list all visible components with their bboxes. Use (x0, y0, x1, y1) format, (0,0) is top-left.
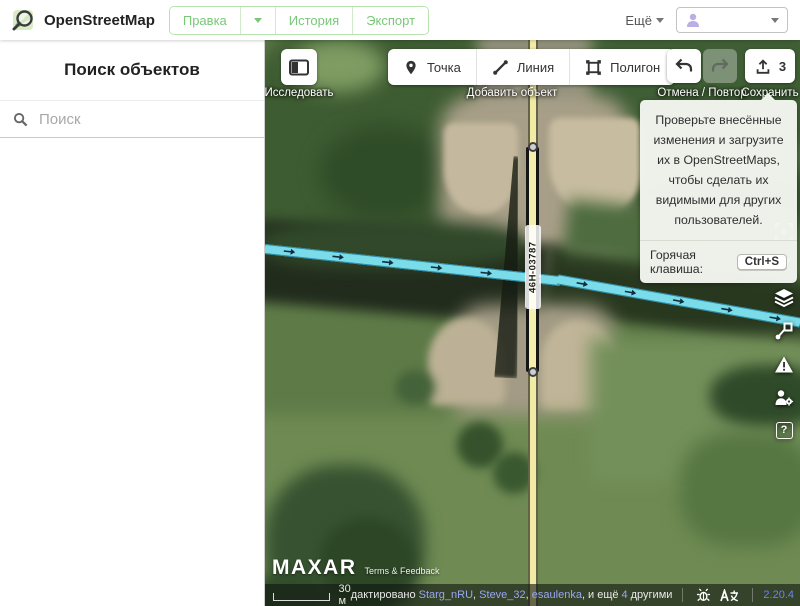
add-line-label: Линия (517, 60, 554, 75)
flow-arrow-icon (479, 268, 494, 277)
add-object-label: Добавить объект (467, 87, 558, 99)
flow-arrow-icon (720, 304, 735, 314)
search-input[interactable] (37, 110, 251, 129)
bug-icon (696, 588, 711, 602)
header-nav: Правка История Экспорт (169, 6, 429, 35)
add-polygon-button[interactable]: Полигон (569, 49, 675, 85)
undo-icon (674, 57, 694, 75)
editor-link[interactable]: Starg_nRU (419, 589, 473, 601)
hotkey-label: Горячая клавиша: (650, 248, 730, 276)
flow-arrow-icon (671, 296, 686, 306)
map-canvas[interactable]: 46Н-03787 Исследовать Точка Линия Полиго… (265, 40, 800, 606)
more-editors-suffix: другими (631, 589, 673, 601)
osm-id-editor: 46Н-03787 Исследовать Точка Линия Полиго… (0, 0, 800, 606)
imagery-provider-logo[interactable]: MAXAR (272, 556, 357, 580)
chevron-down-icon (254, 18, 262, 23)
flow-arrow-icon (623, 287, 638, 297)
sidebar-toggle-icon (289, 59, 309, 76)
add-polygon-label: Полигон (610, 60, 660, 75)
layers-icon (774, 288, 794, 308)
add-point-button[interactable]: Точка (388, 49, 476, 85)
sidebar-title: Поиск объектов (0, 60, 264, 80)
explore-label: Исследовать (265, 87, 334, 99)
export-button[interactable]: Экспорт (352, 7, 428, 34)
osm-logo-icon (10, 7, 36, 33)
user-settings-icon (774, 388, 794, 407)
warning-icon (774, 355, 794, 374)
edited-by-text: дактировано (351, 589, 416, 601)
line-icon (492, 59, 509, 76)
flow-arrow-icon (575, 279, 590, 289)
road-ref-label: 46Н-03787 (525, 225, 541, 309)
more-editors-prefix: и ещё (588, 589, 619, 601)
add-object-toolbar: Точка Линия Полигон (388, 49, 675, 85)
more-editors-count-link[interactable]: 4 (622, 589, 628, 601)
chevron-down-icon (771, 18, 779, 23)
report-bug-button[interactable] (696, 588, 711, 602)
hotkey-key: Ctrl+S (737, 254, 787, 270)
add-point-label: Точка (427, 60, 461, 75)
flow-arrow-icon (430, 263, 445, 272)
upload-icon (754, 58, 772, 75)
avatar-icon (685, 12, 701, 28)
edit-count-badge: 3 (779, 59, 786, 74)
version-link[interactable]: 2.20.4 (763, 589, 794, 601)
way-vertex[interactable] (528, 367, 538, 377)
scale-bar (273, 593, 330, 601)
top-header: OpenStreetMap Правка История Экспорт Ещё (0, 0, 800, 40)
save-tooltip: Проверьте внесённые изменения и загрузит… (640, 100, 797, 283)
search-box[interactable] (0, 100, 264, 138)
help-icon: ? (776, 422, 793, 439)
save-tooltip-message: Проверьте внесённые изменения и загрузит… (640, 100, 797, 240)
flow-arrow-icon (331, 252, 346, 261)
divider (682, 588, 683, 602)
save-button[interactable]: 3 (745, 49, 795, 83)
map-data-icon (774, 321, 794, 341)
user-menu-button[interactable] (676, 7, 788, 33)
undo-redo-label: Отмена / Повтор (657, 87, 746, 99)
divider (752, 588, 753, 602)
edit-button[interactable]: Правка (170, 7, 240, 34)
imagery-terms-link[interactable]: Terms & Feedback (365, 566, 440, 576)
edit-dropdown-button[interactable] (240, 7, 275, 34)
point-icon (403, 59, 419, 76)
issues-button[interactable] (774, 354, 794, 374)
search-sidebar: Поиск объектов (0, 40, 265, 606)
search-icon (13, 112, 28, 127)
redo-button[interactable] (703, 49, 737, 83)
editors-list: Starg_nRU, Steve_32, esaulenka, (419, 589, 585, 601)
add-line-button[interactable]: Линия (476, 49, 569, 85)
flow-arrow-icon (381, 258, 396, 267)
flow-arrow-icon (282, 247, 297, 256)
undo-button[interactable] (667, 49, 701, 83)
background-settings-button[interactable] (774, 288, 794, 308)
help-button[interactable]: ? (774, 420, 794, 440)
translate-button[interactable] (720, 589, 739, 602)
polygon-icon (585, 59, 602, 76)
editor-link[interactable]: esaulenka (532, 589, 582, 601)
map-data-button[interactable] (774, 321, 794, 341)
status-bar: 30 м дактировано Starg_nRU, Steve_32, es… (265, 584, 800, 606)
redo-icon (710, 57, 730, 75)
editor-link[interactable]: Steve_32 (479, 589, 525, 601)
scale-label: 30 м (338, 583, 350, 606)
history-button[interactable]: История (275, 7, 352, 34)
translate-icon (720, 589, 739, 602)
preferences-button[interactable] (774, 387, 794, 407)
imagery-attribution[interactable]: MAXAR Terms & Feedback (272, 556, 440, 580)
chevron-down-icon (656, 18, 664, 23)
way-vertex[interactable] (528, 142, 538, 152)
more-menu-button[interactable]: Ещё (625, 13, 664, 28)
osm-brand[interactable]: OpenStreetMap (10, 7, 155, 33)
explore-button[interactable] (281, 49, 317, 85)
brand-title: OpenStreetMap (44, 12, 155, 29)
